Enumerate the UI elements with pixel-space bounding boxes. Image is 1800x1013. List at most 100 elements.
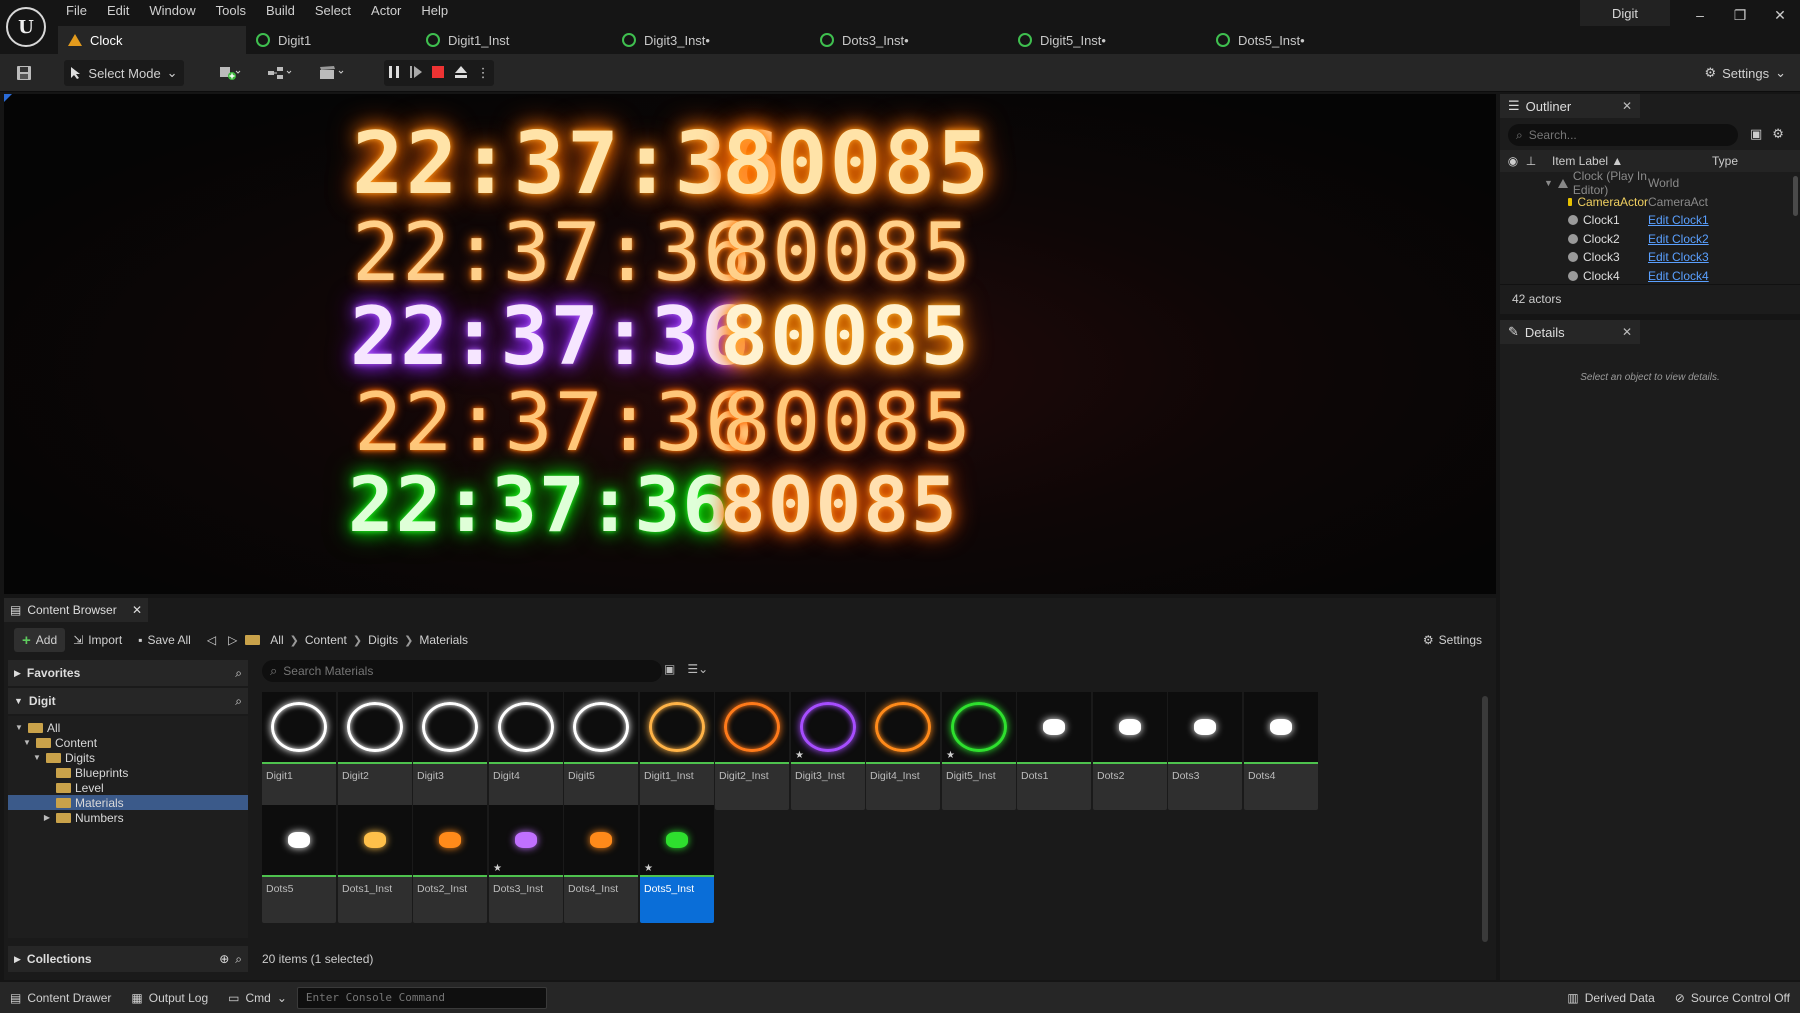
save-search-icon[interactable]: ▣ [664, 662, 675, 676]
output-log-button[interactable]: ▦ Output Log [121, 982, 218, 1013]
more-options-icon[interactable]: ⋮ [477, 65, 490, 81]
menu-build[interactable]: Build [256, 0, 305, 22]
tree-item-content[interactable]: ▼ Content [8, 735, 248, 750]
asset-tile-dots2[interactable]: Dots2 [1093, 692, 1167, 810]
outliner-row-clock1[interactable]: Clock1 Edit Clock1 [1500, 211, 1800, 230]
pin-icon[interactable]: ⊥ [1522, 154, 1540, 168]
content-drawer-button[interactable]: ▤ Content Drawer [0, 982, 121, 1013]
outliner-row-camera[interactable]: CameraActor CameraAct [1500, 193, 1800, 212]
breadcrumb-materials[interactable]: Materials [413, 633, 474, 647]
outliner-search-input[interactable] [1528, 128, 1719, 142]
menu-tools[interactable]: Tools [206, 0, 256, 22]
tab-digit1-inst[interactable]: Digit1_Inst [416, 26, 612, 54]
edit-clock3-link[interactable]: Edit Clock3 [1648, 250, 1709, 264]
blueprint-dropdown[interactable] [262, 60, 302, 86]
asset-tile-digit1-inst[interactable]: Digit1_Inst [640, 692, 714, 810]
asset-tile-dots1-inst[interactable]: Dots1_Inst [338, 805, 412, 923]
breadcrumb-content[interactable]: Content [299, 633, 353, 647]
asset-grid-scrollbar[interactable] [1482, 696, 1488, 942]
asset-tile-digit1[interactable]: Digit1 [262, 692, 336, 810]
collections-section[interactable]: ▶ Collections ⊕ ⌕ [8, 946, 248, 972]
tree-item-numbers[interactable]: ▶ Numbers [8, 810, 248, 825]
search-icon[interactable]: ⌕ [235, 666, 242, 681]
add-folder-icon[interactable]: ▣ [1750, 126, 1762, 142]
menu-edit[interactable]: Edit [97, 0, 139, 22]
outliner-row-world[interactable]: ▼ Clock (Play In Editor) World [1500, 169, 1800, 197]
project-section[interactable]: ▼ Digit ⌕ [8, 688, 248, 714]
content-browser-tab[interactable]: ▤ Content Browser ✕ [4, 598, 148, 622]
pause-icon[interactable] [388, 65, 400, 82]
save-icon[interactable] [10, 60, 38, 86]
filter-icon[interactable]: ☰⌄ [687, 662, 708, 676]
add-button[interactable]: + Add [14, 628, 66, 652]
visibility-icon[interactable]: ◉ [1504, 154, 1522, 168]
restore-icon[interactable]: ❐ [1720, 0, 1760, 30]
edit-clock1-link[interactable]: Edit Clock1 [1648, 213, 1709, 227]
search-icon[interactable]: ⌕ [235, 694, 242, 709]
level-viewport[interactable]: 22:37:36 22:37:36 22:37:36 22:37:36 22:3… [4, 94, 1496, 594]
tab-dots5-inst[interactable]: Dots5_Inst• [1206, 26, 1386, 54]
asset-tile-dots1[interactable]: Dots1 [1017, 692, 1091, 810]
outliner-row-clock2[interactable]: Clock2 Edit Clock2 [1500, 230, 1800, 249]
console-command-input[interactable] [296, 986, 547, 1009]
cinematics-dropdown[interactable] [314, 60, 354, 86]
asset-tile-digit4-inst[interactable]: Digit4_Inst [866, 692, 940, 810]
forward-icon[interactable]: ▷ [224, 628, 241, 652]
tree-item-all[interactable]: ▼ All [8, 720, 248, 735]
asset-tile-digit4[interactable]: Digit4 [489, 692, 563, 810]
source-control-button[interactable]: ⊘ Source Control Off [1665, 982, 1800, 1013]
cmd-dropdown[interactable]: ▭ Cmd ⌄ [218, 982, 297, 1013]
gear-icon[interactable]: ⚙ [1772, 126, 1784, 142]
asset-tile-dots5-inst[interactable]: ★ Dots5_Inst [640, 805, 714, 923]
content-browser-settings-button[interactable]: ⚙ Settings [1415, 628, 1490, 652]
asset-tile-digit5[interactable]: Digit5 [564, 692, 638, 810]
outliner-scrollbar[interactable] [1793, 176, 1798, 216]
add-collection-icon[interactable]: ⊕ [219, 952, 229, 966]
edit-clock4-link[interactable]: Edit Clock4 [1648, 269, 1709, 283]
menu-actor[interactable]: Actor [361, 0, 411, 22]
menu-select[interactable]: Select [305, 0, 361, 22]
step-icon[interactable] [409, 65, 423, 82]
column-type[interactable]: Type [1712, 154, 1738, 168]
back-icon[interactable]: ◁ [199, 628, 224, 652]
search-icon[interactable]: ⌕ [235, 952, 242, 967]
asset-tile-dots2-inst[interactable]: Dots2_Inst [413, 805, 487, 923]
tab-digit1[interactable]: Digit1 [246, 26, 416, 54]
menu-help[interactable]: Help [411, 0, 458, 22]
add-actor-button[interactable] [210, 60, 250, 86]
close-icon[interactable]: ✕ [1622, 99, 1632, 113]
close-icon[interactable]: ✕ [1760, 0, 1800, 30]
tree-item-materials[interactable]: Materials [8, 795, 248, 810]
tab-clock[interactable]: Clock [58, 26, 246, 54]
asset-tile-digit3-inst[interactable]: ★ Digit3_Inst [791, 692, 865, 810]
stop-icon[interactable] [431, 65, 445, 82]
outliner-row-clock3[interactable]: Clock3 Edit Clock3 [1500, 248, 1800, 267]
menu-window[interactable]: Window [139, 0, 205, 22]
close-icon[interactable]: ✕ [132, 603, 142, 617]
tab-digit5-inst[interactable]: Digit5_Inst• [1008, 26, 1206, 54]
asset-tile-dots3[interactable]: Dots3 [1168, 692, 1242, 810]
asset-tile-dots4-inst[interactable]: Dots4_Inst [564, 805, 638, 923]
edit-clock2-link[interactable]: Edit Clock2 [1648, 232, 1709, 246]
tab-dots3-inst[interactable]: Dots3_Inst• [810, 26, 1008, 54]
asset-tile-digit2-inst[interactable]: Digit2_Inst [715, 692, 789, 810]
favorites-section[interactable]: ▶ Favorites ⌕ [8, 660, 248, 686]
asset-tile-dots3-inst[interactable]: ★ Dots3_Inst [489, 805, 563, 923]
import-button[interactable]: ⇲ Import [65, 628, 130, 652]
tree-item-blueprints[interactable]: Blueprints [8, 765, 248, 780]
breadcrumb-all[interactable]: All [264, 633, 289, 647]
save-all-button[interactable]: ▪ Save All [130, 628, 199, 652]
asset-search-input[interactable] [283, 664, 644, 678]
asset-tile-dots4[interactable]: Dots4 [1244, 692, 1318, 810]
derived-data-button[interactable]: ▥ Derived Data [1557, 982, 1664, 1013]
settings-button[interactable]: ⚙ Settings ⌄ [1704, 60, 1786, 86]
outliner-tab[interactable]: ☰ Outliner ✕ [1500, 94, 1640, 118]
asset-tile-digit2[interactable]: Digit2 [338, 692, 412, 810]
outliner-row-clock4[interactable]: Clock4 Edit Clock4 [1500, 267, 1800, 286]
close-icon[interactable]: ✕ [1622, 325, 1632, 339]
tree-item-level[interactable]: Level [8, 780, 248, 795]
asset-tile-digit3[interactable]: Digit3 [413, 692, 487, 810]
select-mode-dropdown[interactable]: Select Mode ⌄ [64, 60, 184, 86]
menu-file[interactable]: File [56, 0, 97, 22]
tab-digit3-inst[interactable]: Digit3_Inst• [612, 26, 810, 54]
